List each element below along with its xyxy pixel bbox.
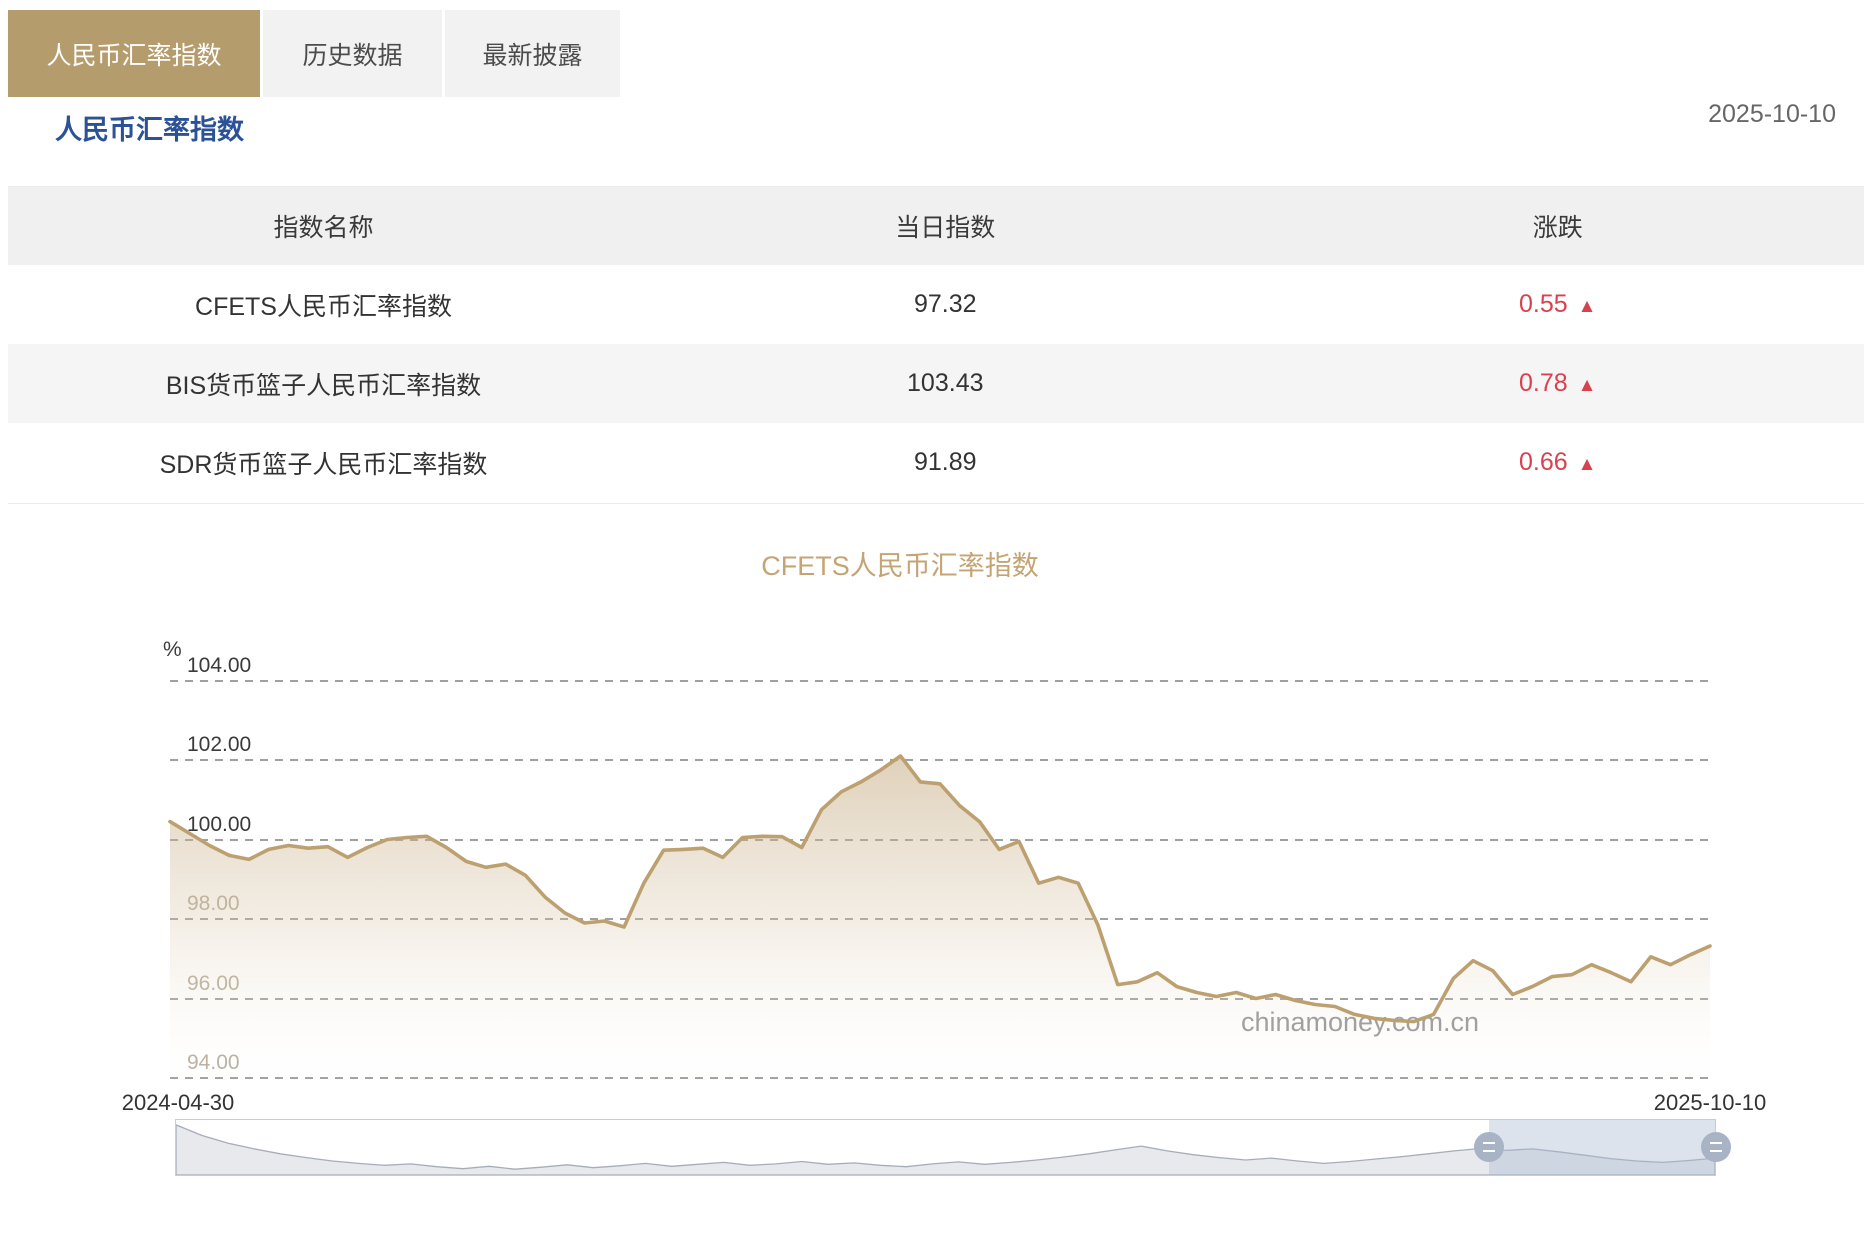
page-title: 人民币汇率指数: [55, 115, 244, 145]
y-axis-tick-label: 102.00: [187, 733, 252, 756]
index-name-cell: BIS货币篮子人民币汇率指数: [165, 371, 482, 400]
table-header-row: 指数名称 当日指数 涨跌: [8, 187, 1864, 265]
grip-icon: [1483, 1142, 1496, 1152]
area-fill: [170, 756, 1710, 1078]
gridline: [170, 918, 1710, 920]
daily-index-cell: 91.89: [913, 448, 977, 476]
chart-title: CFETS人民币汇率指数: [761, 551, 1039, 581]
x-axis-start-label: 2024-04-30: [121, 1090, 235, 1115]
datazoom-right-handle[interactable]: [1701, 1132, 1731, 1162]
index-table: 指数名称 当日指数 涨跌 CFETS人民币汇率指数 97.32 0.55 ▲ BIS货币…: [8, 186, 1864, 502]
change-cell: 0.55 ▲: [1252, 290, 1864, 319]
change-cell: 0.78 ▲: [1252, 369, 1864, 398]
tab-label: 人民币汇率指数: [46, 41, 222, 70]
tab-rmb-exchange-rate-index[interactable]: 人民币汇率指数: [8, 10, 260, 97]
gridline: [170, 997, 1710, 1000]
up-arrow-icon: ▲: [1577, 296, 1597, 317]
table-bottom-divider: [8, 503, 1864, 504]
watermark: chinamoney.com.cn: [1241, 1007, 1479, 1037]
grip-icon: [1710, 1142, 1722, 1152]
y-axis-tick-label: 94.00: [187, 1051, 240, 1074]
change-value: 0.78: [1518, 369, 1568, 397]
gridline: [170, 838, 1710, 841]
table-row: CFETS人民币汇率指数 97.32 0.55 ▲: [8, 265, 1864, 344]
change-cell: 0.66 ▲: [1252, 448, 1864, 477]
gridline: [170, 759, 1710, 761]
table-row: SDR货币篮子人民币汇率指数 91.89 0.66 ▲: [8, 423, 1864, 502]
change-value: 0.66: [1518, 448, 1568, 476]
y-axis-tick-label: 96.00: [187, 971, 240, 995]
area-line: [168, 754, 1712, 1024]
tab-label: 历史数据: [302, 41, 403, 70]
index-name-cell: CFETS人民币汇率指数: [195, 292, 452, 321]
data-date: 2025-10-10: [1708, 100, 1836, 128]
tab-label: 最新披露: [482, 41, 583, 70]
daily-index-cell: 97.32: [913, 290, 977, 318]
column-header-change: 涨跌: [1532, 214, 1583, 242]
tab-historical-data[interactable]: 历史数据: [263, 10, 442, 97]
gridline: [170, 679, 1710, 682]
x-axis-end-label: 2025-10-10: [1653, 1090, 1767, 1115]
up-arrow-icon: ▲: [1577, 375, 1597, 396]
table-row: BIS货币篮子人民币汇率指数 103.43 0.78 ▲: [8, 344, 1864, 423]
y-axis-tick-label: 100.00: [187, 812, 252, 836]
gridline: [170, 1077, 1710, 1079]
column-header-daily-index: 当日指数: [895, 214, 996, 242]
y-axis-unit-label: %: [163, 638, 182, 661]
up-arrow-icon: ▲: [1577, 454, 1597, 475]
index-name-cell: SDR货币篮子人民币汇率指数: [159, 450, 488, 479]
y-axis-tick-label: 98.00: [187, 892, 240, 915]
y-axis-tick-label: 104.00: [187, 653, 252, 677]
datazoom-selected-window[interactable]: [1489, 1120, 1715, 1175]
change-value: 0.55: [1518, 290, 1568, 318]
daily-index-cell: 103.43: [907, 369, 984, 397]
column-header-index-name: 指数名称: [273, 214, 374, 242]
tab-latest-disclosure[interactable]: 最新披露: [445, 10, 620, 97]
